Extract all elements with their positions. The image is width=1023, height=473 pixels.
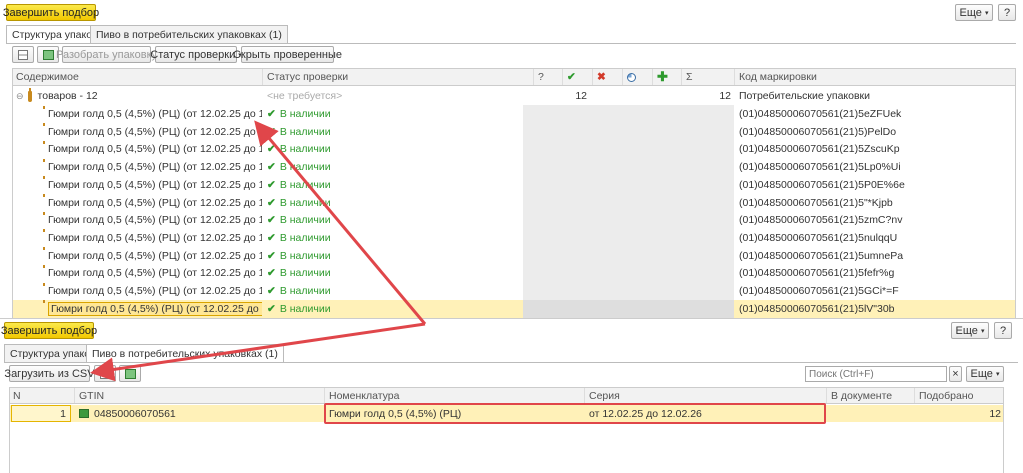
arrow-to-top-row xyxy=(254,120,427,325)
arrow-to-bottom-tab xyxy=(90,322,426,382)
annotation-arrows xyxy=(90,120,427,382)
